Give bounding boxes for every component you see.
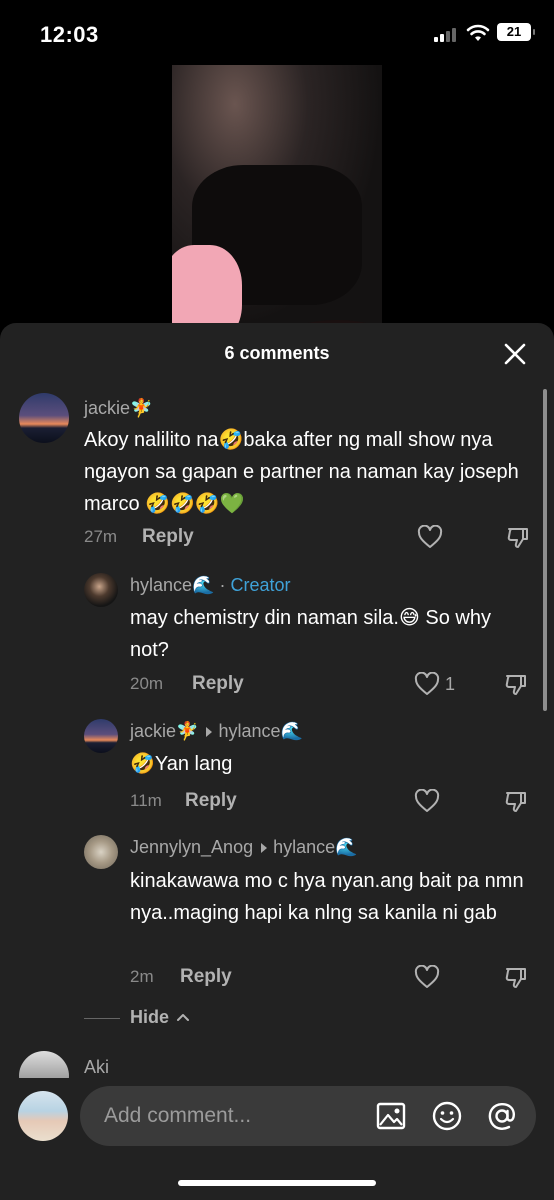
dislike-icon[interactable] <box>503 789 529 815</box>
username-text[interactable]: hylance🌊 <box>130 575 214 595</box>
comment-text: 🤣Yan lang <box>130 753 233 775</box>
comment-username[interactable]: Aki <box>84 1057 109 1078</box>
reply-button[interactable]: Reply <box>192 673 244 695</box>
status-bar: 12:03 21 <box>0 0 554 64</box>
image-icon[interactable] <box>375 1100 407 1132</box>
cell-signal-icon <box>434 26 460 42</box>
dislike-icon[interactable] <box>503 672 529 698</box>
scrollbar[interactable] <box>543 389 547 711</box>
battery-icon: 21 <box>497 23 535 41</box>
video-preview[interactable] <box>172 65 382 327</box>
avatar[interactable] <box>19 393 69 443</box>
comment-input-container[interactable] <box>80 1086 536 1146</box>
chevron-up-icon[interactable] <box>176 1010 190 1024</box>
creator-badge: Creator <box>230 575 291 595</box>
comment-username[interactable]: jackie🧚 <box>84 398 152 419</box>
dislike-icon[interactable] <box>503 965 529 991</box>
comment-username[interactable]: jackie🧚 hylance🌊 <box>130 721 303 742</box>
battery-level: 21 <box>506 24 522 39</box>
status-time: 12:03 <box>40 22 99 47</box>
like-heart-icon[interactable] <box>414 672 440 696</box>
close-icon[interactable] <box>502 341 528 367</box>
emoji-icon[interactable] <box>431 1100 463 1132</box>
comment-username[interactable]: hylance🌊 · Creator <box>130 575 291 596</box>
username-text[interactable]: Jennylyn_Anog <box>130 837 253 857</box>
comment-input-bar <box>0 1078 554 1200</box>
comment-text: Akoy nalilito na🤣baka after ng mall show… <box>84 429 519 515</box>
comments-sheet: 6 comments jackie🧚 Akoy nalilito na🤣baka… <box>0 323 554 1200</box>
avatar[interactable] <box>84 719 118 753</box>
avatar[interactable] <box>84 835 118 869</box>
username-text[interactable]: jackie🧚 <box>130 721 198 741</box>
comment-text: kinakawawa mo c hya nyan.ang bait pa nmn… <box>130 870 524 924</box>
reply-arrow-icon <box>261 842 268 853</box>
creator-separator: · <box>214 575 231 595</box>
reply-to-username[interactable]: hylance🌊 <box>218 721 302 741</box>
add-comment-input[interactable] <box>104 1086 364 1146</box>
reply-arrow-icon <box>206 726 213 737</box>
divider <box>84 1018 120 1019</box>
home-indicator[interactable] <box>178 1180 376 1186</box>
avatar[interactable] <box>84 573 118 607</box>
comment-time: 27m <box>84 527 118 546</box>
comment-username[interactable]: Jennylyn_Anog hylance🌊 <box>130 837 358 858</box>
reply-button[interactable]: Reply <box>142 526 194 548</box>
like-heart-icon[interactable] <box>417 525 443 549</box>
reply-button[interactable]: Reply <box>185 790 237 812</box>
comment-text: may chemistry din naman sila.😅 So why no… <box>130 607 491 661</box>
hide-replies-label[interactable]: Hide <box>130 1007 169 1028</box>
my-avatar[interactable] <box>18 1091 68 1141</box>
comment-time: 2m <box>130 967 154 986</box>
like-count: 1 <box>445 674 456 694</box>
like-heart-icon[interactable] <box>414 789 440 813</box>
mention-icon[interactable] <box>486 1100 518 1132</box>
wifi-icon <box>466 24 490 41</box>
dislike-icon[interactable] <box>505 525 531 551</box>
comment-time: 20m <box>130 674 164 693</box>
reply-button[interactable]: Reply <box>180 966 232 988</box>
reply-to-username[interactable]: hylance🌊 <box>273 837 357 857</box>
like-heart-icon[interactable] <box>414 965 440 989</box>
comments-count-title: 6 comments <box>224 343 330 363</box>
comment-time: 11m <box>130 791 162 810</box>
